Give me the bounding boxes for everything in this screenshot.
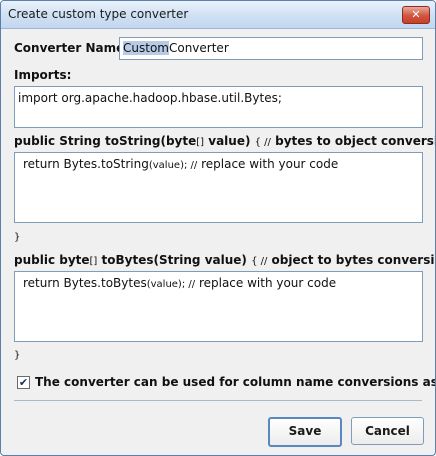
separator (14, 400, 422, 401)
imports-label: Imports: (14, 68, 72, 82)
checkmark-icon: ✔ (18, 376, 29, 389)
converter-name-label: Converter Name: (14, 41, 130, 55)
code-args: (value); // (148, 160, 198, 171)
code-comment: replace with your code (195, 276, 337, 290)
code-args: (value); // (146, 279, 196, 290)
imports-textarea[interactable]: import org.apache.hadoop.hbase.util.Byte… (14, 86, 423, 128)
unselected-text: Converter (168, 41, 229, 55)
to-string-code: return Bytes.toString(value); // replace… (23, 157, 338, 171)
converter-dialog: Create custom type converter ✕ Converter… (0, 0, 436, 456)
converter-name-input[interactable]: CustomConverter (119, 37, 423, 60)
to-string-signature: public String toString(byte[] value) { /… (14, 134, 435, 148)
sig-comment: bytes to object conversion (275, 134, 435, 148)
sig-brackets: [] (196, 137, 205, 148)
to-bytes-code-area[interactable]: return Bytes.toBytes(value); // replace … (14, 271, 423, 342)
close-icon: ✕ (411, 8, 421, 21)
sig-part: public byte (14, 253, 90, 267)
to-bytes-code: return Bytes.toBytes(value); // replace … (23, 276, 336, 290)
sig-part: public String toString(byte (14, 134, 197, 148)
to-bytes-signature: public byte[] toBytes(String value) { //… (14, 253, 436, 267)
column-conversion-checkbox[interactable]: ✔ (17, 376, 30, 389)
to-bytes-closing-brace: } (14, 350, 21, 361)
selected-text: Custom (123, 41, 169, 55)
to-string-closing-brace: } (14, 232, 21, 243)
save-button[interactable]: Save (268, 417, 342, 447)
title-bar: Create custom type converter ✕ (1, 1, 435, 29)
sig-brace: { // (251, 256, 268, 267)
close-button[interactable]: ✕ (402, 6, 430, 24)
code-part: return Bytes.toString (23, 157, 149, 171)
sig-comment: object to bytes conversion (267, 253, 436, 267)
window-title: Create custom type converter (8, 7, 189, 21)
code-part: return Bytes.toBytes (23, 276, 147, 290)
converter-name-value: CustomConverter (123, 41, 229, 55)
sig-part: toBytes(String value) (97, 253, 252, 267)
code-comment: replace with your code (197, 157, 339, 171)
to-string-code-area[interactable]: return Bytes.toString(value); // replace… (14, 152, 423, 223)
sig-part: value) (204, 134, 255, 148)
column-conversion-label[interactable]: The converter can be used for column nam… (35, 375, 435, 389)
imports-code: import org.apache.hadoop.hbase.util.Byte… (18, 91, 282, 105)
cancel-button[interactable]: Cancel (351, 417, 424, 445)
sig-brace: { // (254, 137, 271, 148)
